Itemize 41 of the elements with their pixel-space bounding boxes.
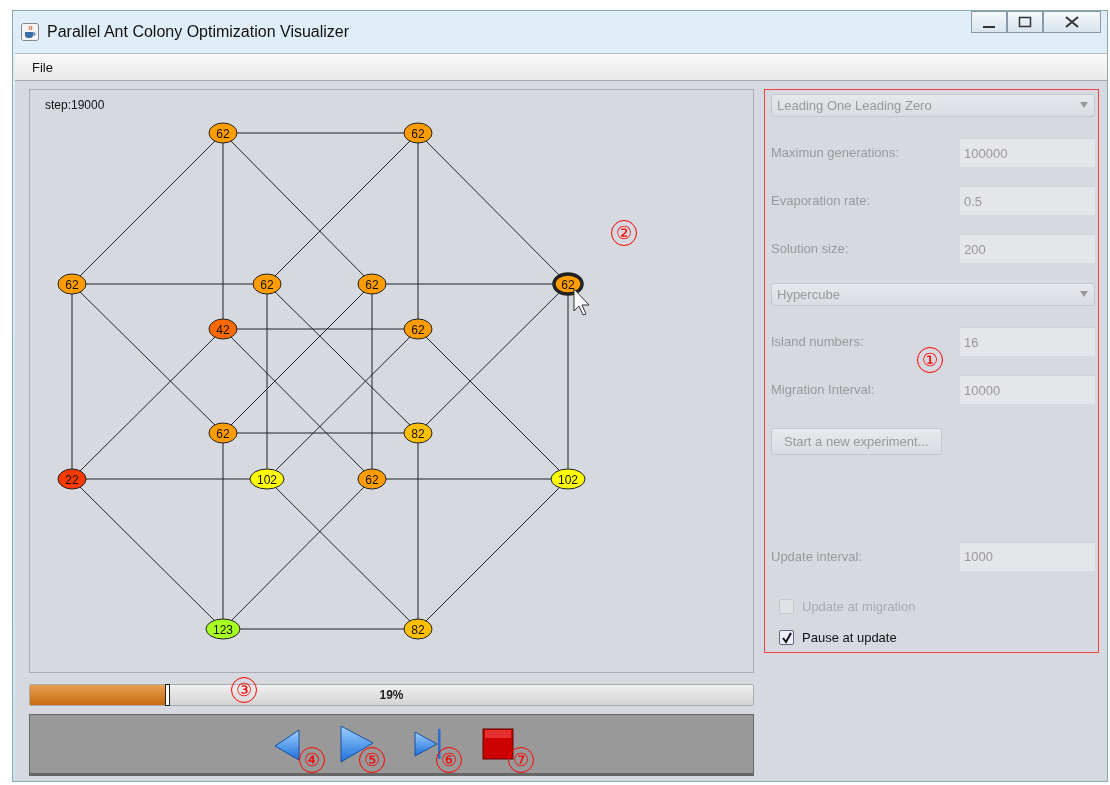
caret-icon bbox=[1079, 290, 1089, 299]
graph-node[interactable]: 62 bbox=[252, 273, 282, 295]
window-title: Parallel Ant Colony Optimization Visualizer bbox=[47, 23, 350, 41]
back-icon[interactable] bbox=[274, 726, 300, 762]
graph-node[interactable]: 82 bbox=[403, 618, 433, 640]
graph-node[interactable]: 62 bbox=[57, 273, 87, 295]
field-label: Migration Interval: bbox=[771, 382, 876, 398]
cursor-icon bbox=[573, 288, 590, 316]
graph-node[interactable]: 62 bbox=[208, 122, 238, 144]
maximize-button[interactable] bbox=[1007, 11, 1043, 33]
close-button[interactable] bbox=[1043, 11, 1101, 33]
close-icon bbox=[1064, 16, 1080, 28]
graph-node[interactable]: 62 bbox=[403, 122, 433, 144]
graph-node[interactable]: 102 bbox=[550, 468, 586, 490]
graph-node[interactable]: 62 bbox=[357, 273, 387, 295]
field-label: Evaporation rate: bbox=[771, 193, 871, 209]
cup-icon bbox=[21, 23, 39, 41]
field-label: Island numbers: bbox=[771, 334, 865, 350]
step-counter: step:19000 bbox=[45, 98, 105, 112]
graph-node[interactable]: 62 bbox=[357, 468, 387, 490]
field-label: Solution size: bbox=[771, 241, 850, 257]
progress-reading: 19% bbox=[379, 688, 404, 702]
step-forward-icon[interactable] bbox=[414, 728, 442, 760]
field-label: Maximun generations: bbox=[771, 145, 900, 161]
graph-node[interactable]: 123 bbox=[205, 618, 241, 640]
graph-node[interactable]: 62 bbox=[208, 422, 238, 444]
menu-item[interactable]: File bbox=[32, 59, 53, 75]
minimize-button[interactable] bbox=[971, 11, 1007, 33]
graph-node[interactable]: 62 bbox=[403, 318, 433, 340]
caret-icon bbox=[1079, 101, 1089, 110]
maximize-icon bbox=[1018, 16, 1032, 28]
checkbox-option[interactable]: Pause at update bbox=[779, 627, 1095, 648]
graph-node[interactable]: 42 bbox=[208, 318, 238, 340]
graph-node[interactable]: 62 bbox=[552, 272, 584, 296]
checkbox[interactable] bbox=[779, 630, 794, 645]
graph-node[interactable]: 102 bbox=[249, 468, 285, 490]
graph-node[interactable]: 22 bbox=[57, 468, 87, 490]
minimize-icon bbox=[983, 26, 995, 28]
graph-node[interactable]: 82 bbox=[403, 422, 433, 444]
progress-thumb[interactable] bbox=[165, 684, 171, 706]
field-label: Update interval: bbox=[771, 548, 864, 564]
